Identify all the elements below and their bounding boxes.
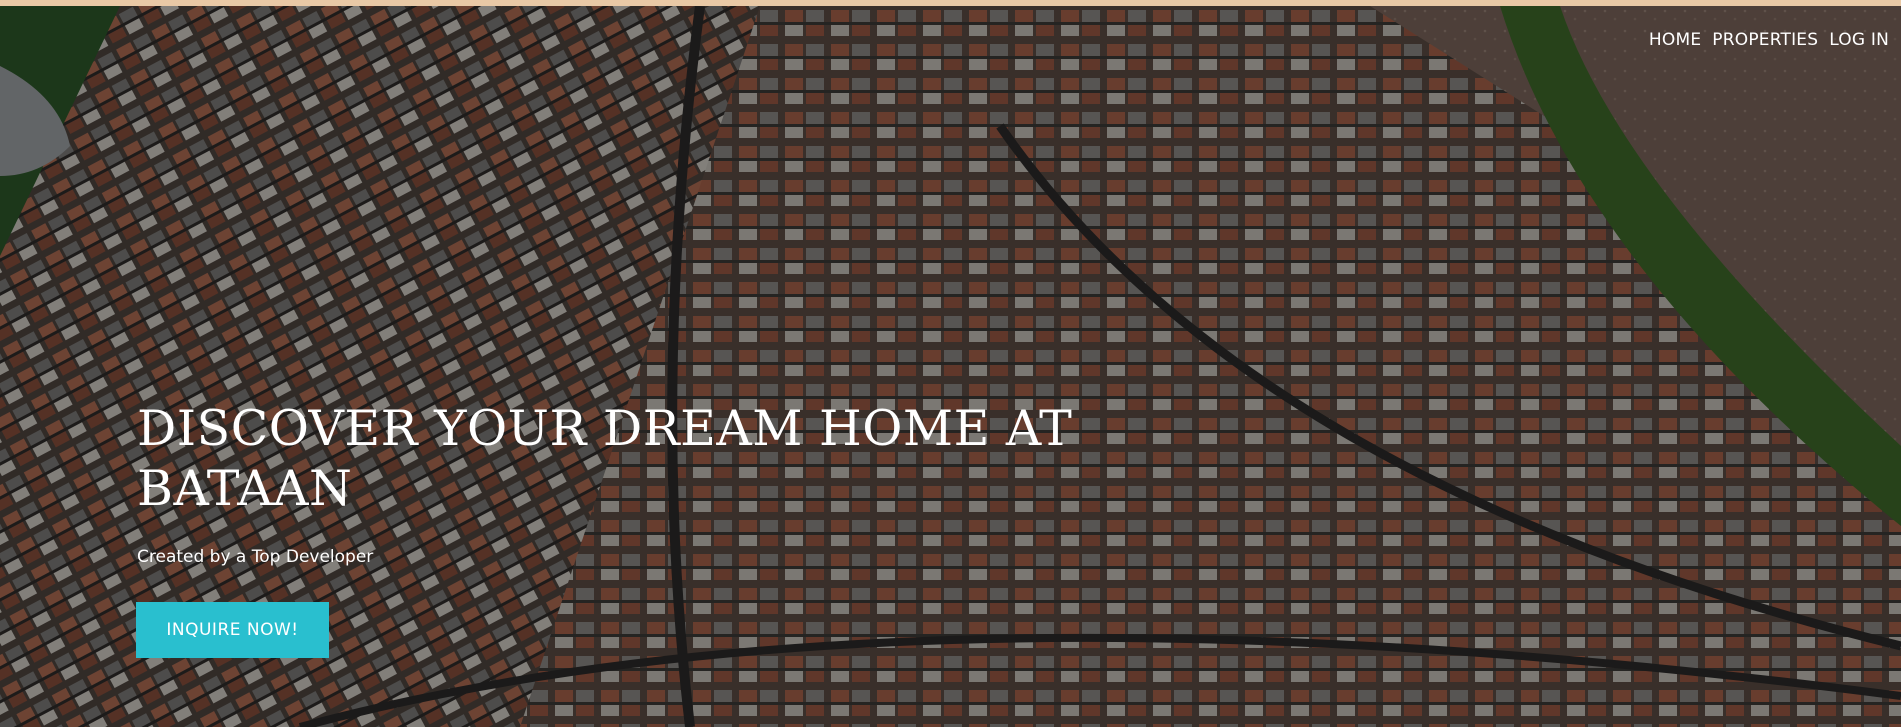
hero-headline: DISCOVER YOUR DREAM HOME AT BATAAN <box>137 400 1073 517</box>
nav-home-link[interactable]: HOME <box>1649 30 1701 50</box>
hero-subheadline: Created by a Top Developer <box>137 547 374 567</box>
nav-properties-link[interactable]: PROPERTIES <box>1712 30 1818 50</box>
top-navigation: HOME PROPERTIES LOG IN <box>1649 30 1889 50</box>
nav-login-link[interactable]: LOG IN <box>1829 30 1889 50</box>
hero-section: HOME PROPERTIES LOG IN DISCOVER YOUR DRE… <box>0 6 1901 727</box>
inquire-now-button[interactable]: INQUIRE NOW! <box>136 602 329 658</box>
